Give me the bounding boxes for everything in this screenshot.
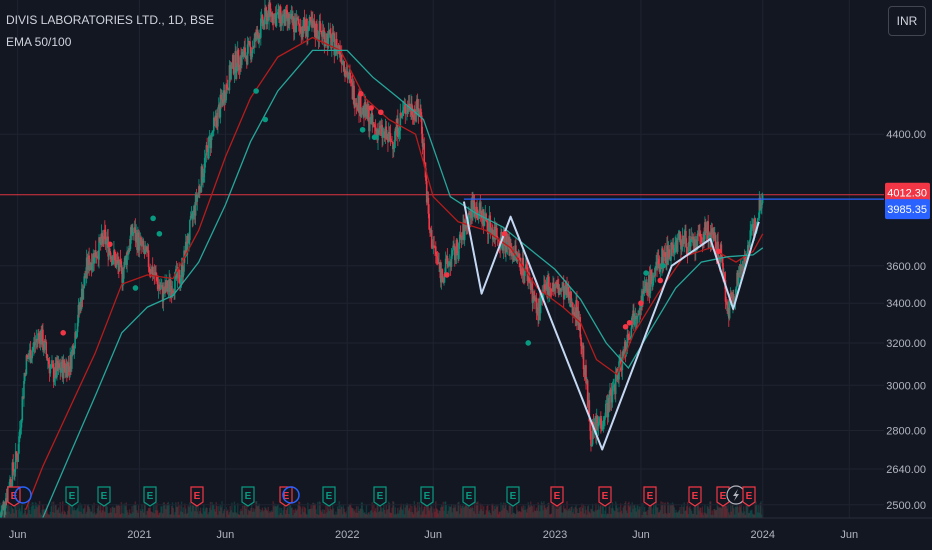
svg-text:E: E xyxy=(101,491,108,502)
signal-dot xyxy=(107,241,113,248)
svg-text:E: E xyxy=(147,491,154,502)
chart-grid xyxy=(0,0,884,518)
chart-symbol-title[interactable]: DIVIS LABORATORIES LTD., 1D, BSE xyxy=(6,13,214,27)
y-tick-label: 2500.00 xyxy=(886,500,926,512)
svg-text:E: E xyxy=(602,491,609,502)
x-tick-label: 2021 xyxy=(127,529,151,541)
earnings-marker-icon: E xyxy=(65,486,79,507)
y-tick-label: 2800.00 xyxy=(886,425,926,437)
level-price-label: 3985.35 xyxy=(885,199,930,220)
signal-dot xyxy=(622,323,629,330)
svg-text:E: E xyxy=(647,491,654,502)
candlesticks xyxy=(0,0,764,520)
y-tick-label: 3600.00 xyxy=(886,261,926,273)
signal-dot xyxy=(60,329,66,336)
x-tick-label: Jun xyxy=(424,529,442,541)
price-axis[interactable]: 4400.00 3600.00 3400.00 3200.00 3000.00 2800.… xyxy=(884,0,932,518)
signal-dot xyxy=(359,126,366,133)
signal-dot xyxy=(502,230,508,237)
earnings-marker-icon: E xyxy=(97,486,111,507)
svg-text:E: E xyxy=(424,491,431,502)
signal-dot xyxy=(253,88,259,94)
earnings-marker-icon: E xyxy=(506,486,520,507)
signal-dot xyxy=(660,262,666,269)
earnings-marker-icon: E xyxy=(373,486,387,507)
x-tick-label: Jun xyxy=(632,529,650,541)
earnings-marker-icon: E xyxy=(190,486,204,507)
signal-dot xyxy=(358,90,364,97)
y-tick-label: 3400.00 xyxy=(886,298,926,310)
candle xyxy=(21,387,24,423)
signal-dot xyxy=(132,285,139,291)
y-tick-label: 3000.00 xyxy=(886,380,926,392)
ema-100-line xyxy=(42,49,764,519)
svg-text:E: E xyxy=(554,491,561,502)
signal-dot xyxy=(525,340,532,346)
earnings-marker-icon: E xyxy=(420,486,434,507)
earnings-marker-icon: E xyxy=(7,486,21,507)
earnings-marker-icon: E xyxy=(462,486,476,507)
pattern-drawing[interactable] xyxy=(462,198,884,451)
signal-dot xyxy=(715,248,722,255)
price-labels: 4012.30 3985.35 xyxy=(885,182,930,220)
currency-button[interactable]: INR xyxy=(888,6,926,36)
svg-text:E: E xyxy=(326,491,333,502)
svg-text:E: E xyxy=(245,491,252,502)
signal-dot xyxy=(444,272,450,278)
signal-dot xyxy=(156,230,163,237)
x-tick-label: Jun xyxy=(217,529,235,541)
signal-dot xyxy=(262,116,269,123)
x-tick-label: 2024 xyxy=(751,529,775,541)
indicator-legend[interactable]: EMA 50/100 xyxy=(6,35,71,49)
svg-text:E: E xyxy=(194,491,201,502)
signal-dot xyxy=(371,134,378,141)
flash-marker-icon xyxy=(726,485,746,505)
svg-text:E: E xyxy=(746,491,753,502)
signal-dot xyxy=(657,277,664,284)
svg-text:E: E xyxy=(377,491,384,502)
candle xyxy=(609,382,611,412)
earnings-marker-icon: E xyxy=(643,486,657,507)
signal-dot xyxy=(638,300,644,307)
signal-dot xyxy=(378,109,384,116)
x-tick-label: 2022 xyxy=(335,529,359,541)
signal-dot xyxy=(626,319,633,326)
signal-dot xyxy=(643,270,649,276)
svg-text:E: E xyxy=(466,491,473,502)
svg-text:E: E xyxy=(692,491,699,502)
signal-dot xyxy=(150,215,156,222)
earnings-marker-icon: E xyxy=(550,486,564,507)
x-tick-label: Jun xyxy=(9,529,27,541)
earnings-marker-icon: E xyxy=(688,486,702,507)
time-axis[interactable]: Jun 2021 Jun 2022 Jun 2023 Jun 2024 Jun xyxy=(0,517,932,550)
earnings-marker-icon: E xyxy=(742,486,756,507)
price-chart[interactable]: EEEEEEEEEEEEEEEEEE 4400.003600.003400.00… xyxy=(0,0,932,550)
x-tick-label: 2023 xyxy=(543,529,567,541)
earnings-marker-icon: E xyxy=(241,486,255,507)
x-tick-label: Jun xyxy=(840,529,858,541)
candle xyxy=(340,45,343,73)
y-tick-label: 2640.00 xyxy=(886,464,926,476)
svg-text:E: E xyxy=(510,491,517,502)
earnings-marker-icon: E xyxy=(322,486,336,507)
earnings-marker-icon: E xyxy=(598,486,612,507)
svg-text:E: E xyxy=(720,491,727,502)
svg-text:E: E xyxy=(69,491,76,502)
svg-text:4012.30: 4012.30 xyxy=(887,188,927,200)
svg-text:3985.35: 3985.35 xyxy=(887,204,927,216)
y-tick-label: 3200.00 xyxy=(886,338,926,350)
y-tick-label: 4400.00 xyxy=(886,129,926,141)
signal-dot xyxy=(368,105,374,111)
earnings-marker-icon: E xyxy=(143,486,157,507)
